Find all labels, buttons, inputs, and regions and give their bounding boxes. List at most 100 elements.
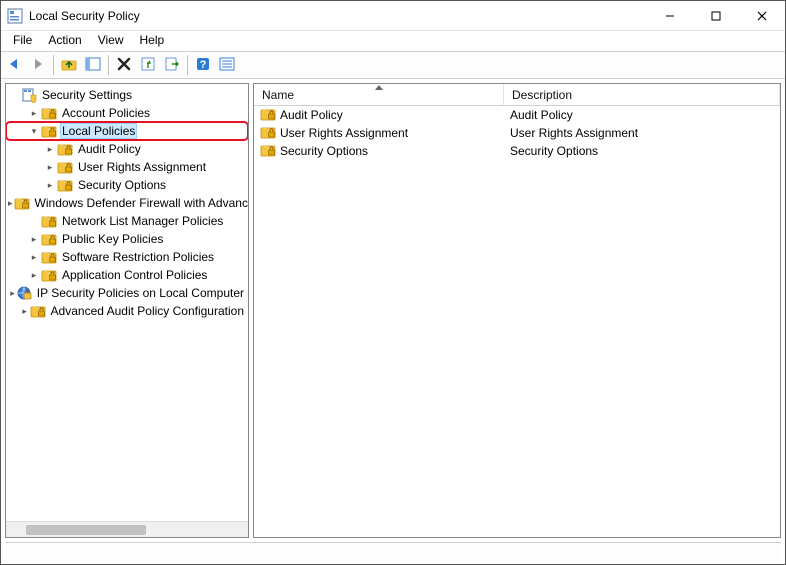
close-button[interactable] bbox=[739, 1, 785, 31]
statusbar bbox=[5, 542, 781, 560]
tree-item[interactable]: ▸Audit Policy bbox=[6, 140, 248, 158]
tree-item[interactable]: ▸ Windows Defender Firewall with Advanced… bbox=[6, 194, 248, 212]
help-button[interactable] bbox=[192, 54, 214, 76]
tree-item[interactable]: ▸ Account Policies bbox=[6, 104, 248, 122]
policy-folder-icon bbox=[14, 195, 30, 211]
tree-root-label: Security Settings bbox=[40, 88, 134, 102]
tree-root[interactable]: Security Settings bbox=[6, 86, 248, 104]
policy-folder-icon bbox=[41, 267, 57, 283]
titlebar: Local Security Policy bbox=[1, 1, 785, 31]
back-button[interactable] bbox=[3, 54, 25, 76]
tree-item-label: Advanced Audit Policy Configuration bbox=[49, 304, 246, 318]
menu-help[interactable]: Help bbox=[132, 31, 173, 51]
toolbar-separator bbox=[187, 55, 188, 75]
delete-button[interactable] bbox=[113, 54, 135, 76]
tree[interactable]: Security Settings ▸ Account Policies ▾ Loca… bbox=[6, 84, 248, 521]
tree-item-label: Local Policies bbox=[60, 123, 137, 139]
list-row[interactable]: Audit Policy Audit Policy bbox=[254, 106, 780, 124]
policy-folder-icon bbox=[41, 105, 57, 121]
tree-item-label: Software Restriction Policies bbox=[60, 250, 216, 264]
list-row[interactable]: Security Options Security Options bbox=[254, 142, 780, 160]
column-description-label: Description bbox=[512, 88, 572, 102]
tree-item-label: Account Policies bbox=[60, 106, 152, 120]
tree-item[interactable]: ▸IP Security Policies on Local Computer bbox=[6, 284, 248, 302]
policy-folder-icon bbox=[57, 159, 73, 175]
tree-item-label: Network List Manager Policies bbox=[60, 214, 225, 228]
tree-item[interactable]: ▸User Rights Assignment bbox=[6, 158, 248, 176]
up-button[interactable] bbox=[58, 54, 80, 76]
policy-folder-icon bbox=[30, 303, 46, 319]
policy-folder-icon bbox=[57, 141, 73, 157]
tree-item-label: Windows Defender Firewall with Advanced … bbox=[33, 196, 248, 210]
policy-folder-icon bbox=[260, 106, 276, 125]
tree-item-label: Public Key Policies bbox=[60, 232, 165, 246]
window-controls bbox=[647, 1, 785, 31]
expander-icon[interactable] bbox=[28, 215, 40, 227]
list-description-label: Audit Policy bbox=[510, 108, 573, 122]
menu-view[interactable]: View bbox=[90, 31, 132, 51]
security-root-icon bbox=[21, 87, 37, 103]
tree-pane: Security Settings ▸ Account Policies ▾ Loca… bbox=[5, 83, 249, 538]
column-header-description[interactable]: Description bbox=[504, 84, 780, 105]
tree-item-label: Security Options bbox=[76, 178, 168, 192]
ipsec-icon bbox=[16, 285, 32, 301]
export-button[interactable] bbox=[161, 54, 183, 76]
policy-folder-icon bbox=[41, 123, 57, 139]
app-icon bbox=[7, 8, 23, 24]
expander-icon[interactable]: ▾ bbox=[28, 125, 40, 137]
policy-folder-icon bbox=[260, 142, 276, 161]
policy-folder-icon bbox=[41, 231, 57, 247]
expander-icon[interactable]: ▸ bbox=[10, 287, 15, 299]
policy-folder-icon bbox=[41, 213, 57, 229]
expander-icon[interactable]: ▸ bbox=[21, 305, 29, 317]
forward-button[interactable] bbox=[27, 54, 49, 76]
tree-item[interactable]: Network List Manager Policies bbox=[6, 212, 248, 230]
horizontal-scrollbar[interactable] bbox=[6, 521, 248, 537]
tree-item[interactable]: ▸ Security Options bbox=[6, 176, 248, 194]
tree-item[interactable]: ▸ Software Restriction Policies bbox=[6, 248, 248, 266]
tree-item[interactable]: ▾ Local Policies bbox=[6, 122, 248, 140]
list-header: Name Description bbox=[254, 84, 780, 106]
minimize-button[interactable] bbox=[647, 1, 693, 31]
list-description-label: Security Options bbox=[510, 144, 598, 158]
tree-item[interactable]: ▸ Advanced Audit Policy Configuration bbox=[6, 302, 248, 320]
expander-icon[interactable]: ▸ bbox=[8, 197, 13, 209]
menu-action[interactable]: Action bbox=[40, 31, 89, 51]
list-view-icon bbox=[219, 56, 235, 75]
chevron-right-icon[interactable] bbox=[8, 89, 20, 101]
list-name-label: Audit Policy bbox=[280, 108, 343, 122]
tree-item-label: Application Control Policies bbox=[60, 268, 209, 282]
folder-up-icon bbox=[61, 56, 77, 75]
column-name-label: Name bbox=[262, 88, 294, 102]
expander-icon[interactable]: ▸ bbox=[28, 251, 40, 263]
main-area: Security Settings ▸ Account Policies ▾ Loca… bbox=[1, 79, 785, 542]
expander-icon[interactable]: ▸ bbox=[28, 233, 40, 245]
list-pane: Name Description Audit PolicyAudit Polic… bbox=[253, 83, 781, 538]
tree-toggle-button[interactable] bbox=[82, 54, 104, 76]
list-body: Audit Policy Audit Policy User Rights Assi… bbox=[254, 106, 780, 160]
arrow-right-icon bbox=[30, 56, 46, 75]
sort-ascending-icon bbox=[375, 85, 383, 90]
expander-icon[interactable]: ▸ bbox=[44, 161, 56, 173]
export-icon bbox=[164, 56, 180, 75]
list-row[interactable]: User Rights AssignmentUser Rights Assign… bbox=[254, 124, 780, 142]
toolbar-separator bbox=[53, 55, 54, 75]
view-mode-button[interactable] bbox=[216, 54, 238, 76]
tree-item[interactable]: ▸ Application Control Policies bbox=[6, 266, 248, 284]
maximize-button[interactable] bbox=[693, 1, 739, 31]
list-description-label: User Rights Assignment bbox=[510, 126, 638, 140]
expander-icon[interactable]: ▸ bbox=[44, 143, 56, 155]
refresh-button[interactable] bbox=[137, 54, 159, 76]
expander-icon[interactable]: ▸ bbox=[44, 179, 56, 191]
scrollbar-thumb[interactable] bbox=[26, 525, 146, 535]
list-name-label: Security Options bbox=[280, 144, 368, 158]
policy-folder-icon bbox=[260, 124, 276, 143]
column-header-name[interactable]: Name bbox=[254, 84, 504, 105]
expander-icon[interactable]: ▸ bbox=[28, 107, 40, 119]
menu-file[interactable]: File bbox=[5, 31, 40, 51]
tree-view-icon bbox=[85, 56, 101, 75]
tree-item[interactable]: ▸ Public Key Policies bbox=[6, 230, 248, 248]
expander-icon[interactable]: ▸ bbox=[28, 269, 40, 281]
refresh-icon bbox=[140, 56, 156, 75]
menubar: File Action View Help bbox=[1, 31, 785, 51]
